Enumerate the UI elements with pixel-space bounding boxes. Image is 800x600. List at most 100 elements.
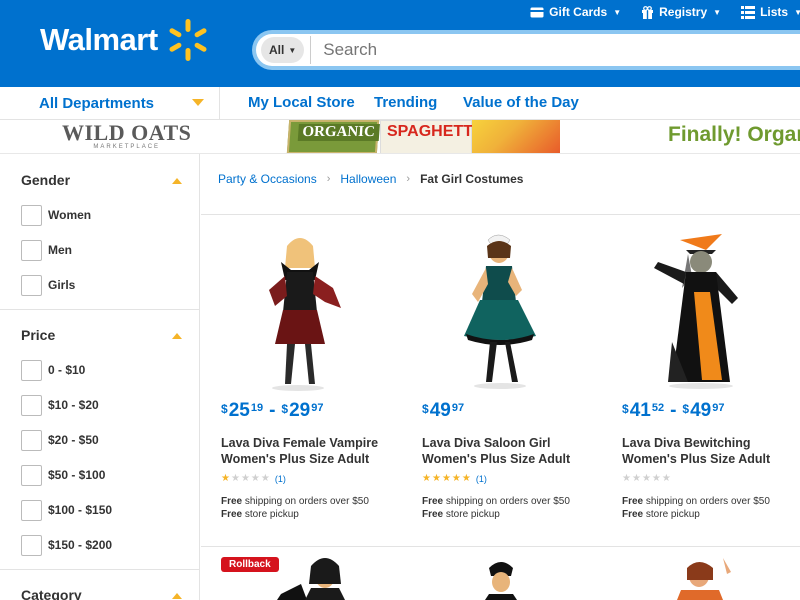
price-cents: 97 — [451, 402, 465, 414]
checkbox[interactable] — [21, 534, 42, 556]
star-rating: ★ ★ ★ ★ ★ — [622, 473, 672, 484]
filter-option-label: $50 - $100 — [48, 468, 106, 482]
free-label: Free — [622, 496, 644, 507]
trending-link[interactable]: Trending — [374, 94, 437, 111]
checkbox[interactable] — [21, 499, 42, 521]
currency-symbol: $ — [422, 402, 429, 416]
free-label: Free — [221, 496, 243, 507]
product-title[interactable]: Lava Diva Female Vampire Women's Plus Si… — [221, 435, 386, 467]
registry-label: Registry — [659, 5, 708, 19]
lists-label: Lists — [760, 5, 789, 19]
price-low-dollars: 41 — [629, 400, 651, 421]
chevron-right-icon: › — [406, 173, 411, 185]
free-label: Free — [221, 509, 243, 520]
gender-facet-title[interactable]: Gender — [21, 172, 70, 188]
spaghetti-label: SPAGHETTI — [387, 123, 478, 140]
product-image-witch-costume[interactable] — [602, 232, 792, 392]
filter-option-label: $10 - $20 — [48, 398, 99, 412]
price-high-cents: 97 — [311, 402, 324, 414]
category-facet-title[interactable]: Category — [21, 587, 82, 600]
filter-option-price-100-150[interactable]: $100 - $150 — [21, 499, 112, 521]
all-departments-menu[interactable]: All Departments — [0, 87, 220, 119]
price-facet-title[interactable]: Price — [21, 327, 55, 343]
price-high-dollars: 49 — [690, 400, 712, 421]
currency-symbol: $ — [622, 402, 629, 416]
spaghetti-package-image: SPAGHETTI — [380, 120, 477, 153]
collapse-caret-icon[interactable] — [172, 333, 182, 339]
facet-divider — [0, 309, 200, 310]
chevron-down-icon — [192, 99, 204, 106]
currency-symbol: $ — [682, 402, 690, 416]
star-icon: ★ — [451, 473, 461, 484]
banner-tagline: Finally! Organ — [668, 123, 800, 146]
pickup-text: store pickup — [445, 509, 500, 520]
checkbox[interactable] — [21, 394, 42, 416]
divider — [201, 546, 800, 547]
my-local-store-link[interactable]: My Local Store — [248, 94, 355, 111]
product-image-saloon-girl-costume[interactable] — [402, 232, 592, 392]
star-icon: ★ — [651, 473, 661, 484]
star-icon: ★ — [230, 473, 240, 484]
breadcrumb-current: Fat Girl Costumes — [420, 172, 524, 186]
filter-option-price-0-10[interactable]: 0 - $10 — [21, 359, 85, 381]
promo-banner[interactable]: WILD OATS MARKETPLACE ORGANIC SPAGHETTI … — [0, 120, 800, 154]
review-count-link[interactable]: (1) — [275, 474, 286, 484]
product-card[interactable]: $ 25 19 - $ 29 97 Lava Diva Female Vampi… — [201, 232, 391, 532]
filter-option-men[interactable]: Men — [21, 239, 72, 261]
filter-option-label: Women — [48, 208, 92, 222]
product-title[interactable]: Lava Diva Bewitching Women's Plus Size A… — [622, 435, 787, 467]
breadcrumb-link-halloween[interactable]: Halloween — [340, 172, 396, 186]
checkbox[interactable] — [21, 239, 42, 261]
product-card[interactable]: $ 49 97 Lava Diva Saloon Girl Women's Pl… — [402, 232, 592, 532]
filter-option-price-10-20[interactable]: $10 - $20 — [21, 394, 99, 416]
filter-option-girls[interactable]: Girls — [21, 274, 75, 296]
star-icon: ★ — [260, 473, 270, 484]
price-low-dollars: 25 — [228, 400, 250, 421]
product-image-partial[interactable] — [241, 554, 391, 600]
search-input[interactable] — [323, 40, 764, 60]
wild-oats-brand: WILD OATS — [62, 120, 192, 145]
shipping-text: shipping on orders over $50 — [244, 496, 369, 507]
chevron-down-icon: ▼ — [288, 45, 297, 55]
product-image-partial[interactable] — [661, 554, 741, 600]
logo-text: Walmart — [40, 22, 158, 57]
gift-cards-link[interactable]: Gift Cards ▼ — [530, 5, 621, 19]
product-image-partial[interactable] — [471, 554, 531, 600]
filter-option-price-50-100[interactable]: $50 - $100 — [21, 464, 105, 486]
filter-option-price-20-50[interactable]: $20 - $50 — [21, 429, 99, 451]
divider — [201, 214, 800, 215]
price-high-cents: 97 — [712, 402, 725, 414]
checkbox[interactable] — [21, 359, 42, 381]
star-icon: ★ — [422, 473, 431, 484]
price-dash: - — [670, 400, 677, 421]
checkbox[interactable] — [21, 274, 42, 296]
review-count-link[interactable]: (1) — [476, 474, 487, 484]
product-title[interactable]: Lava Diva Saloon Girl Women's Plus Size … — [422, 435, 587, 467]
filter-sidebar: Gender Women Men Girls Price 0 - $10 $10… — [0, 154, 200, 600]
product-card[interactable]: $ 41 52 - $ 49 97 Lava Diva Bewitching W… — [602, 232, 792, 532]
collapse-caret-icon[interactable] — [172, 178, 182, 184]
checkbox[interactable] — [21, 464, 42, 486]
breadcrumb-link-party-occasions[interactable]: Party & Occasions — [218, 172, 317, 186]
collapse-caret-icon[interactable] — [172, 593, 182, 599]
page: { "header": { "logo_text": "Walmart", "u… — [0, 0, 800, 600]
search-scope-dropdown[interactable]: All ▼ — [261, 37, 305, 63]
product-image-vampire-costume[interactable] — [201, 232, 391, 392]
wild-oats-logo: WILD OATS MARKETPLACE — [62, 120, 192, 151]
gift-icon — [642, 5, 654, 19]
price-low-cents: 52 — [651, 402, 665, 414]
walmart-logo[interactable]: Walmart — [40, 18, 210, 62]
value-of-the-day-link[interactable]: Value of the Day — [463, 94, 579, 111]
price-range: $ 41 52 - $ 49 97 — [622, 400, 724, 422]
checkbox[interactable] — [21, 204, 42, 226]
star-icon: ★ — [661, 473, 671, 484]
registry-link[interactable]: Registry ▼ — [641, 5, 721, 19]
results-main: Party & Occasions › Halloween › Fat Girl… — [201, 154, 800, 600]
filter-option-price-150-200[interactable]: $150 - $200 — [21, 534, 112, 556]
lists-link[interactable]: Lists ▼ — [741, 5, 800, 19]
checkbox[interactable] — [21, 429, 42, 451]
filter-option-label: $150 - $200 — [48, 538, 113, 552]
price-high-dollars: 29 — [289, 400, 311, 421]
filter-option-label: $20 - $50 — [48, 433, 99, 447]
filter-option-women[interactable]: Women — [21, 204, 91, 226]
